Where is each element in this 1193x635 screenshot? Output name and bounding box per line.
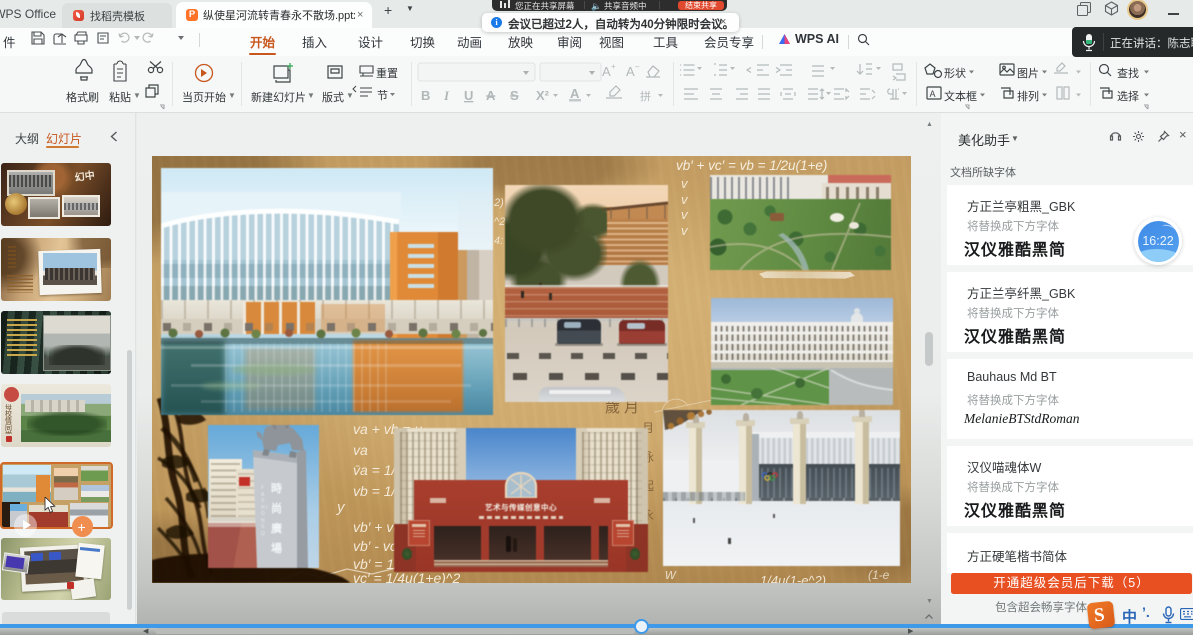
svg-text:A: A: [930, 89, 936, 99]
svg-text:选择: 选择: [1117, 89, 1139, 103]
svg-text:文本框: 文本框: [944, 89, 977, 103]
svg-text:排列: 排列: [1017, 89, 1039, 103]
svg-text:形状: 形状: [944, 66, 966, 80]
svg-text:查找: 查找: [1117, 66, 1139, 80]
svg-text:图片: 图片: [1017, 67, 1039, 80]
